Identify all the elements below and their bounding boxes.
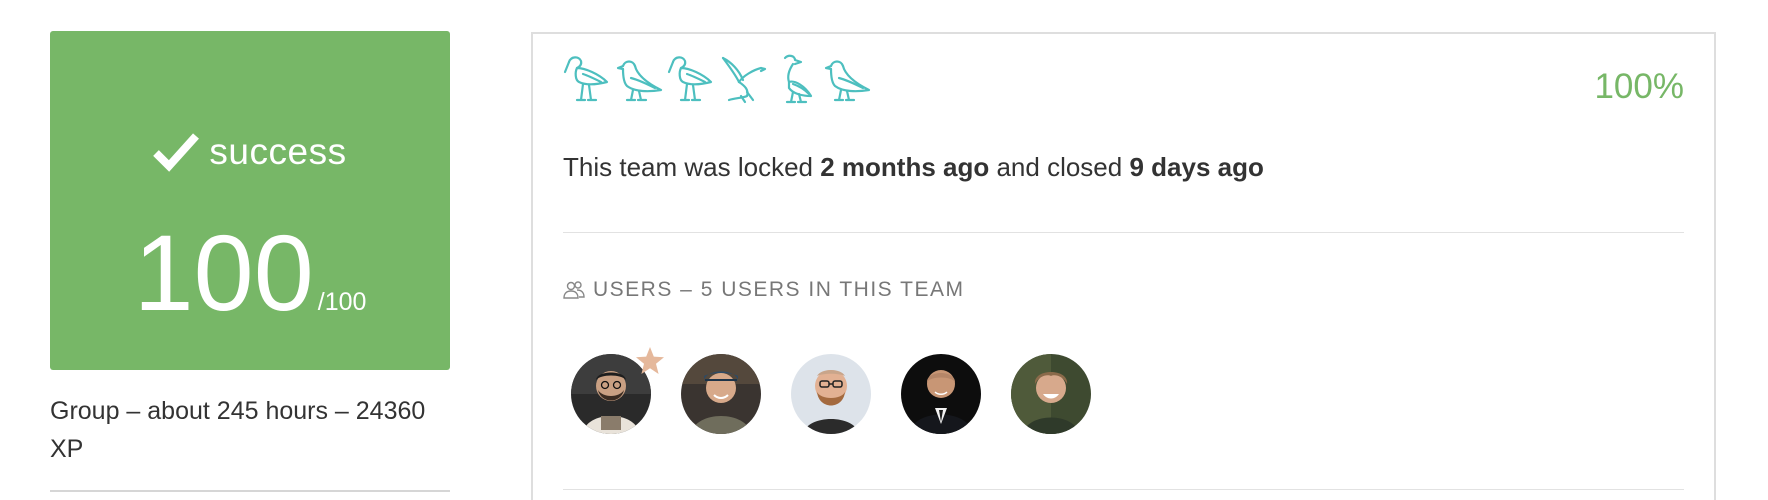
check-icon	[153, 133, 200, 172]
user-avatar-3[interactable]	[791, 354, 871, 434]
score-row: 100 /100	[50, 219, 450, 327]
bird-icon	[616, 60, 663, 102]
lock-status: This team was locked 2 months ago and cl…	[563, 152, 1264, 183]
avatar-wrapper[interactable]	[901, 354, 981, 434]
flying-bird-icon	[721, 56, 767, 104]
lock-middle: and closed	[996, 152, 1123, 182]
avatar-wrapper[interactable]	[681, 354, 761, 434]
section-divider	[563, 489, 1684, 490]
lock-prefix: This team was locked	[563, 152, 813, 182]
avatar-wrapper[interactable]	[1011, 354, 1091, 434]
status-row: success	[50, 131, 450, 173]
project-result-page: success 100 /100 Group – about 245 hours…	[0, 0, 1768, 500]
user-avatar-4[interactable]	[901, 354, 981, 434]
team-panel: 100% This team was locked 2 months ago a…	[531, 32, 1716, 500]
closed-ago: 9 days ago	[1129, 152, 1264, 182]
user-avatar-5[interactable]	[1011, 354, 1091, 434]
score-max: /100	[317, 288, 367, 316]
avatar-wrapper[interactable]	[571, 347, 664, 434]
status-label: success	[209, 131, 347, 172]
star-icon	[636, 347, 664, 374]
users-heading: USERS – 5 USERS IN THIS TEAM	[563, 278, 964, 302]
avatar-wrapper[interactable]	[791, 354, 871, 434]
section-divider	[563, 232, 1684, 233]
left-divider	[50, 490, 450, 492]
users-icon	[563, 281, 585, 299]
users-heading-label: USERS – 5 USERS IN THIS TEAM	[593, 278, 965, 301]
user-avatars	[571, 347, 1091, 434]
score-value: 100	[133, 212, 314, 333]
bird-icon	[824, 60, 871, 102]
heron-icon	[783, 54, 813, 104]
progress-percentage: 100%	[1594, 67, 1684, 106]
ibis-icon	[667, 56, 713, 102]
user-avatar-2[interactable]	[681, 354, 761, 434]
locked-ago: 2 months ago	[820, 152, 990, 182]
group-info: Group – about 245 hours – 24360 XP	[50, 397, 426, 463]
ibis-icon	[563, 56, 609, 102]
score-card: success 100 /100	[50, 31, 450, 370]
bird-icons	[563, 52, 871, 104]
